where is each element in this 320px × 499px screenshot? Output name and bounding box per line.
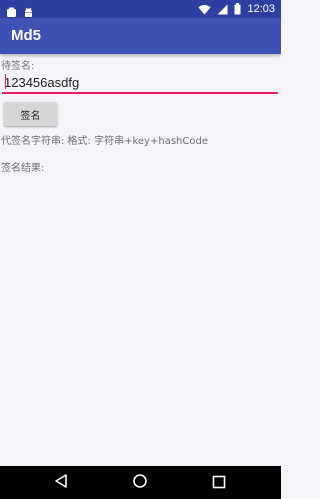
input-underline xyxy=(2,92,278,94)
screen: 12:03 Md5 待签名: 签名 代签名字符串: 格式: 字符串+key+ha… xyxy=(0,0,281,499)
home-icon xyxy=(132,473,148,493)
status-right: 12:03 xyxy=(198,1,275,17)
back-icon xyxy=(54,473,68,493)
back-button[interactable] xyxy=(52,474,70,492)
home-button[interactable] xyxy=(131,474,149,492)
status-time: 12:03 xyxy=(247,3,275,15)
nav-bar xyxy=(0,466,281,499)
app-bar: Md5 xyxy=(0,18,281,54)
text-cursor xyxy=(5,74,6,89)
app-title: Md5 xyxy=(11,27,41,44)
sign-input-wrap xyxy=(2,72,280,94)
result-label: 签名结果: xyxy=(1,163,45,174)
signal-icon xyxy=(217,0,228,19)
sign-button[interactable]: 签名 xyxy=(4,102,57,126)
battery-icon xyxy=(234,0,241,19)
status-bar: 12:03 xyxy=(0,0,281,18)
wifi-icon xyxy=(198,0,211,19)
input-label: 待签名: xyxy=(1,61,35,72)
sign-input[interactable] xyxy=(2,72,280,92)
pending-string-text: 代签名字符串: 格式: 字符串+key+hashCode xyxy=(1,136,208,147)
recents-icon xyxy=(212,474,226,493)
recents-button[interactable] xyxy=(210,474,228,492)
